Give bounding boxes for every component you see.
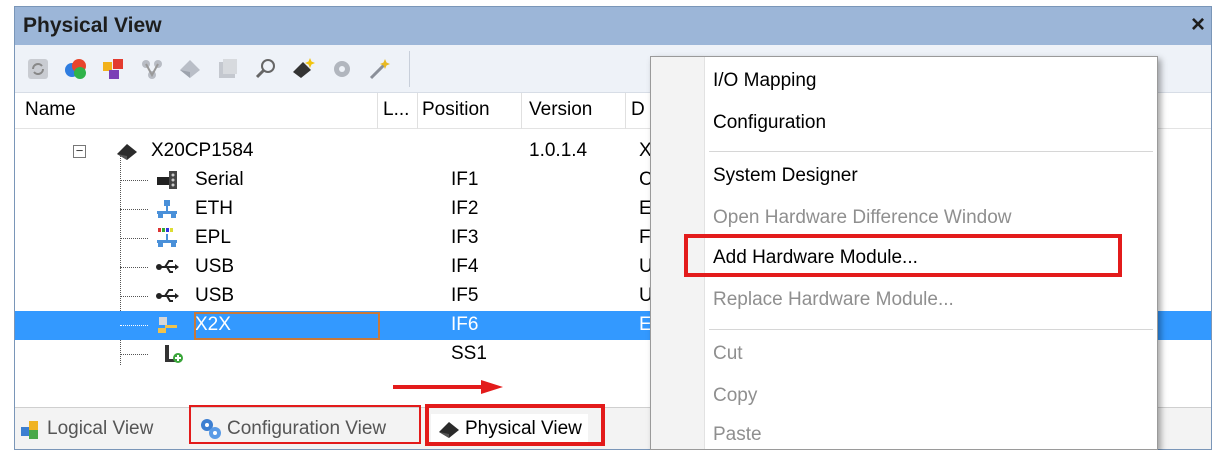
column-position-header[interactable]: Position: [422, 99, 490, 121]
powerlink-icon: [157, 228, 177, 247]
tree-item-position: IF4: [451, 256, 479, 277]
cpu-icon: [117, 144, 137, 160]
collapse-icon[interactable]: −: [73, 144, 86, 158]
tree-item-label: Serial: [195, 169, 244, 190]
tree-branch-line: [120, 209, 148, 210]
column-divider[interactable]: [417, 93, 418, 129]
menu-item-paste[interactable]: Paste: [713, 424, 762, 446]
column-divider[interactable]: [521, 93, 522, 129]
menu-item-configuration[interactable]: Configuration: [713, 112, 826, 134]
tree-item-label: USB: [195, 285, 235, 306]
tree-item-position: IF6: [451, 314, 479, 335]
menu-item-copy[interactable]: Copy: [713, 385, 757, 407]
usb-icon: [156, 260, 179, 273]
x2x-bus-icon: [158, 317, 177, 333]
tree-branch-line: [120, 354, 148, 355]
network-icon[interactable]: [137, 54, 167, 84]
gallery-icon[interactable]: [99, 54, 129, 84]
tree-branch-line: [120, 325, 148, 326]
tree-item-version: 1.0.1.4: [529, 140, 588, 161]
tree-item-label: X20CP1584: [151, 140, 254, 161]
tree-item-label: ETH: [195, 198, 233, 219]
panel-titlebar: Physical View ×: [15, 7, 1211, 45]
refresh-icon[interactable]: [23, 54, 53, 84]
settings-gear-icon[interactable]: [327, 54, 357, 84]
rename-edit-frame[interactable]: [194, 312, 380, 340]
column-l-header[interactable]: L...: [383, 99, 409, 121]
tree-branch-line: [120, 180, 148, 181]
red-pointer-arrow: [393, 380, 503, 394]
tree-branch-line: [120, 296, 148, 297]
logical-view-icon: [21, 421, 38, 439]
column-divider[interactable]: [625, 93, 626, 129]
toolbar-separator: [409, 50, 410, 87]
menu-item-open-hardware-difference-window[interactable]: Open Hardware Difference Window: [713, 207, 1012, 229]
menu-separator: [709, 329, 1153, 330]
color-palette-icon[interactable]: [61, 54, 91, 84]
column-version-header[interactable]: Version: [529, 99, 592, 121]
tree-item-position: IF2: [451, 198, 479, 219]
tree-item-description: F: [639, 227, 651, 248]
column-divider[interactable]: [377, 93, 378, 129]
close-icon[interactable]: ×: [1191, 11, 1205, 39]
tab-label: Logical View: [47, 418, 154, 439]
document-icon[interactable]: [213, 54, 243, 84]
menu-item-io-mapping[interactable]: I/O Mapping: [713, 70, 817, 92]
panel-title: Physical View: [23, 14, 162, 37]
menu-item-cut[interactable]: Cut: [713, 343, 743, 365]
column-name-header[interactable]: Name: [25, 99, 76, 121]
module-icon[interactable]: [175, 54, 205, 84]
tree-item-label: EPL: [195, 227, 231, 248]
highlight-frame-physical-tab: [425, 404, 605, 446]
menu-item-system-designer[interactable]: System Designer: [713, 165, 858, 187]
tree-item-position: IF3: [451, 227, 479, 248]
tree-item-position: SS1: [451, 343, 487, 364]
tree-branch-line: [120, 267, 148, 268]
wand-icon[interactable]: [365, 54, 395, 84]
highlight-frame-configuration-tab: [189, 405, 421, 444]
highlight-frame-add-hardware-module: [684, 234, 1122, 277]
menu-separator: [709, 151, 1153, 152]
usb-icon: [156, 289, 179, 302]
add-module-icon[interactable]: [289, 54, 319, 84]
slot-add-icon: [165, 345, 183, 363]
serial-port-icon: [157, 171, 177, 189]
ethernet-icon: [157, 200, 177, 218]
tree-branch-line: [120, 238, 148, 239]
tree-item-label: USB: [195, 256, 235, 277]
search-icon[interactable]: [251, 54, 281, 84]
column-d-header[interactable]: D: [631, 99, 645, 121]
tab-logical-view[interactable]: Logical View: [19, 414, 153, 444]
menu-item-replace-hardware-module[interactable]: Replace Hardware Module...: [713, 289, 954, 311]
tree-item-position: IF5: [451, 285, 479, 306]
tree-item-position: IF1: [451, 169, 479, 190]
